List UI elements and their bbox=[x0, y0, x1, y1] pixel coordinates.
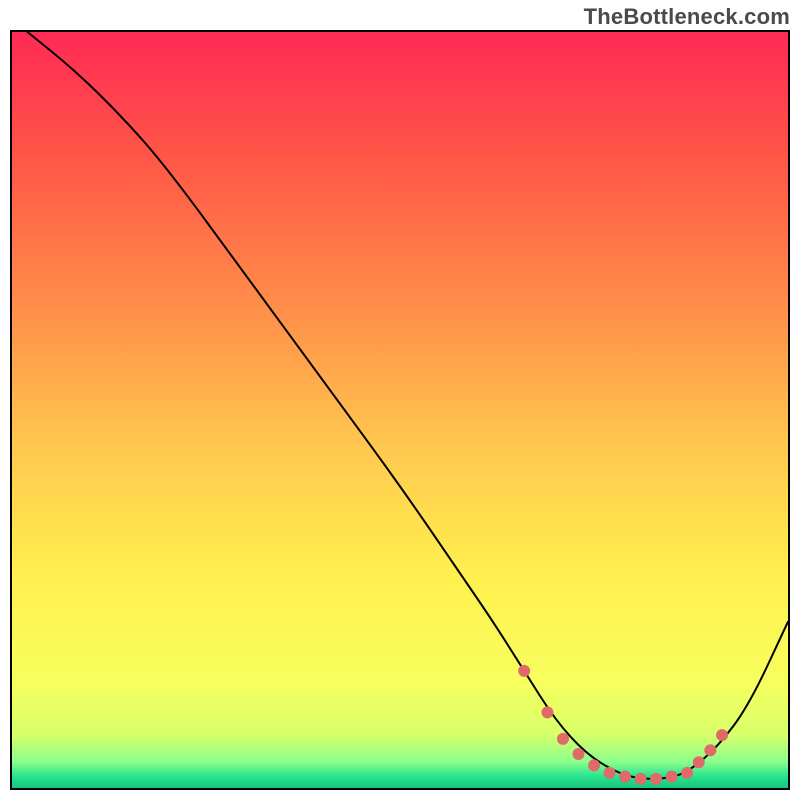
sweet-spot-dot bbox=[666, 771, 678, 783]
sweet-spot-dot bbox=[557, 733, 569, 745]
sweet-spot-dot bbox=[572, 748, 584, 760]
sweet-spot-dot bbox=[693, 756, 705, 768]
chart-frame: TheBottleneck.com bbox=[0, 0, 800, 800]
sweet-spot-dot bbox=[541, 706, 553, 718]
sweet-spot-dot bbox=[681, 767, 693, 779]
sweet-spot-dot bbox=[619, 771, 631, 783]
gradient-background bbox=[12, 32, 788, 788]
sweet-spot-dot bbox=[716, 729, 728, 741]
sweet-spot-dot bbox=[635, 773, 647, 785]
sweet-spot-dot bbox=[518, 665, 530, 677]
plot-svg bbox=[12, 32, 788, 788]
plot-area bbox=[10, 30, 790, 790]
sweet-spot-dot bbox=[704, 744, 716, 756]
sweet-spot-dot bbox=[588, 759, 600, 771]
watermark-text: TheBottleneck.com bbox=[584, 4, 790, 30]
sweet-spot-dot bbox=[650, 773, 662, 785]
sweet-spot-dot bbox=[604, 767, 616, 779]
